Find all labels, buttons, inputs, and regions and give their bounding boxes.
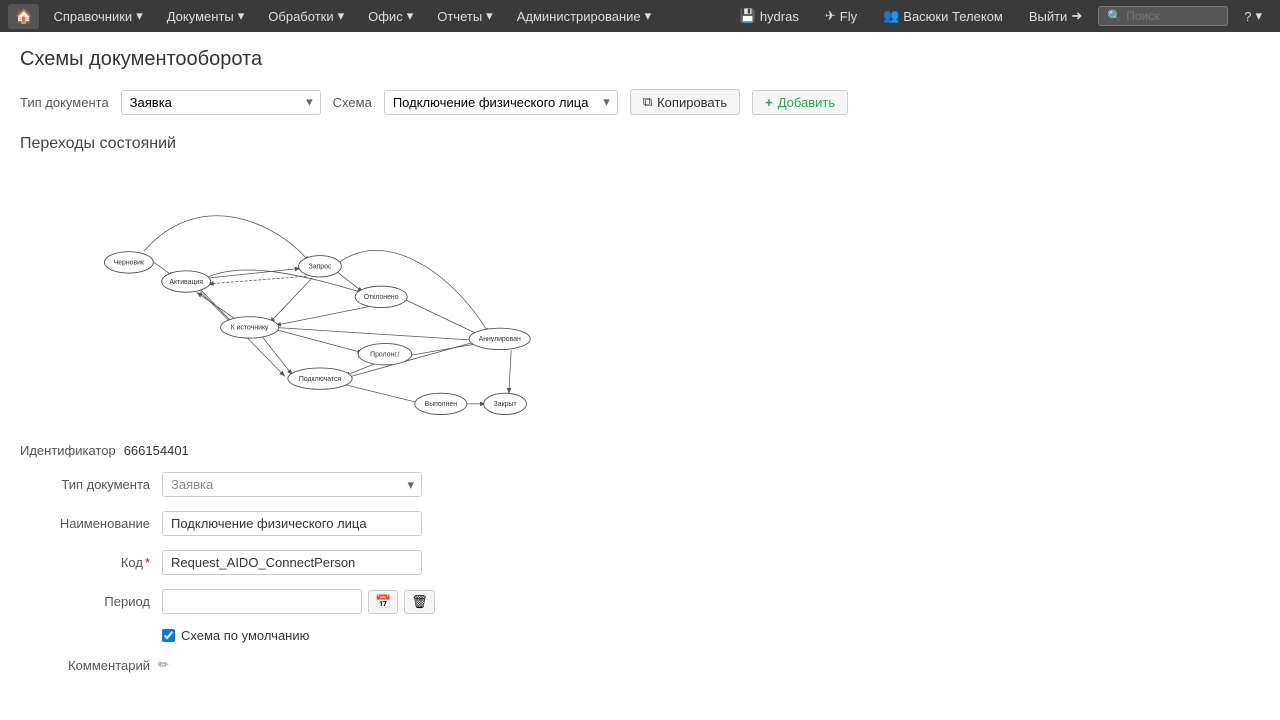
form-period-input[interactable]: [162, 589, 362, 614]
nav-ofis[interactable]: Офис ▾: [358, 4, 423, 28]
id-label: Идентификатор: [20, 443, 116, 458]
default-schema-row: Схема по умолчанию: [162, 628, 1260, 643]
search-box[interactable]: 🔍: [1098, 6, 1228, 26]
svg-text:Подключатся: Подключатся: [299, 376, 341, 383]
nav-fly[interactable]: ✈ Fly: [815, 4, 867, 28]
node-prolong[interactable]: Пролонг.!: [358, 343, 412, 364]
search-input[interactable]: [1126, 9, 1226, 23]
transitions-section-title: Переходы состояний: [20, 135, 1260, 153]
svg-text:Пролонг.!: Пролонг.!: [370, 351, 400, 358]
node-vypolnen[interactable]: Выполнен: [415, 393, 467, 414]
clear-date-button[interactable]: 🗑: [404, 590, 435, 614]
nav-obrabotki[interactable]: Обработки ▾: [258, 4, 354, 28]
toolbar-row: Тип документа Заявка Схема Подключение ф…: [20, 89, 1260, 115]
schema-toolbar-label: Схема: [333, 95, 372, 110]
svg-text:Аннулирован: Аннулирован: [479, 336, 521, 343]
form-period-label: Период: [20, 594, 150, 609]
node-zakryt[interactable]: Закрыт: [484, 393, 527, 414]
calendar-button[interactable]: 📅: [368, 590, 398, 614]
doc-type-select-wrapper[interactable]: Заявка: [121, 90, 321, 115]
form-doc-type-label: Тип документа: [20, 477, 150, 492]
copy-icon: ⧉: [643, 94, 652, 110]
doc-type-select[interactable]: Заявка: [121, 90, 321, 115]
logout-button[interactable]: Выйти ➜: [1019, 4, 1092, 28]
form-row-period: Период 📅 🗑: [20, 589, 1260, 614]
form-doc-type-select-wrapper[interactable]: Заявка: [162, 472, 422, 497]
state-graph: Черновик Активация Запрос Отклонено К ис…: [20, 163, 620, 423]
home-button[interactable]: 🏠: [8, 4, 39, 29]
default-schema-label: Схема по умолчанию: [181, 628, 309, 643]
node-k-istochniku[interactable]: К источнику: [221, 317, 279, 338]
add-icon: +: [765, 95, 773, 110]
doc-type-toolbar-label: Тип документа: [20, 95, 109, 110]
page-content: Схемы документооборота Тип документа Зая…: [0, 32, 1280, 703]
form-row-doc-type: Тип документа Заявка: [20, 472, 1260, 497]
graph-svg: Черновик Активация Запрос Отклонено К ис…: [20, 163, 620, 423]
copy-button[interactable]: ⧉ Копировать: [630, 89, 740, 115]
form-row-code: Код: [20, 550, 1260, 575]
form-code-label: Код: [20, 555, 150, 570]
svg-text:Запрос: Запрос: [309, 264, 332, 271]
node-annulirovan[interactable]: Аннулирован: [469, 328, 530, 349]
nav-vasuyki[interactable]: 👥 Васюки Телеком: [873, 4, 1013, 28]
svg-text:Выполнен: Выполнен: [425, 401, 458, 408]
form-name-label: Наименование: [20, 516, 150, 531]
help-button[interactable]: ? ▾: [1234, 4, 1272, 28]
form-code-input[interactable]: [162, 550, 422, 575]
svg-text:Отклонено: Отклонено: [364, 294, 399, 301]
svg-text:Активация: Активация: [169, 279, 203, 286]
node-otkloneno[interactable]: Отклонено: [355, 286, 407, 307]
nav-otchety[interactable]: Отчеты ▾: [427, 4, 502, 28]
node-podklyuchatsya[interactable]: Подключатся: [288, 368, 352, 389]
svg-text:Закрыт: Закрыт: [494, 401, 518, 408]
form-name-input[interactable]: [162, 511, 422, 536]
search-icon: 🔍: [1107, 9, 1122, 23]
comment-row: Комментарий ✏: [20, 657, 1260, 673]
svg-text:Черновик: Черновик: [114, 260, 145, 267]
form-row-name: Наименование: [20, 511, 1260, 536]
form-area: Идентификатор 666154401 Тип документа За…: [20, 443, 1260, 673]
date-row: 📅 🗑: [162, 589, 435, 614]
default-schema-checkbox[interactable]: [162, 629, 175, 642]
form-doc-type-select[interactable]: Заявка: [162, 472, 422, 497]
node-chernovik[interactable]: Черновик: [104, 252, 153, 273]
page-title: Схемы документооборота: [20, 48, 1260, 71]
node-aktivaciya[interactable]: Активация: [162, 271, 211, 292]
id-value: 666154401: [124, 443, 189, 458]
nav-hydras[interactable]: 💾 hydras: [730, 4, 809, 28]
node-zapros[interactable]: Запрос: [299, 256, 342, 277]
add-button[interactable]: + Добавить: [752, 90, 848, 115]
comment-label: Комментарий: [20, 658, 150, 673]
nav-administrirovanie[interactable]: Администрирование ▾: [507, 4, 662, 28]
nav-dokumenty[interactable]: Документы ▾: [157, 4, 255, 28]
nav-spravochniki[interactable]: Справочники ▾: [43, 4, 152, 28]
topnav-right: 💾 hydras ✈ Fly 👥 Васюки Телеком Выйти ➜ …: [730, 4, 1272, 28]
schema-select[interactable]: Подключение физического лица: [384, 90, 618, 115]
id-row: Идентификатор 666154401: [20, 443, 1260, 458]
schema-select-wrapper[interactable]: Подключение физического лица: [384, 90, 618, 115]
comment-edit-icon[interactable]: ✏: [158, 657, 169, 673]
topnav: 🏠 Справочники ▾ Документы ▾ Обработки ▾ …: [0, 0, 1280, 32]
svg-text:К источнику: К источнику: [231, 325, 269, 332]
